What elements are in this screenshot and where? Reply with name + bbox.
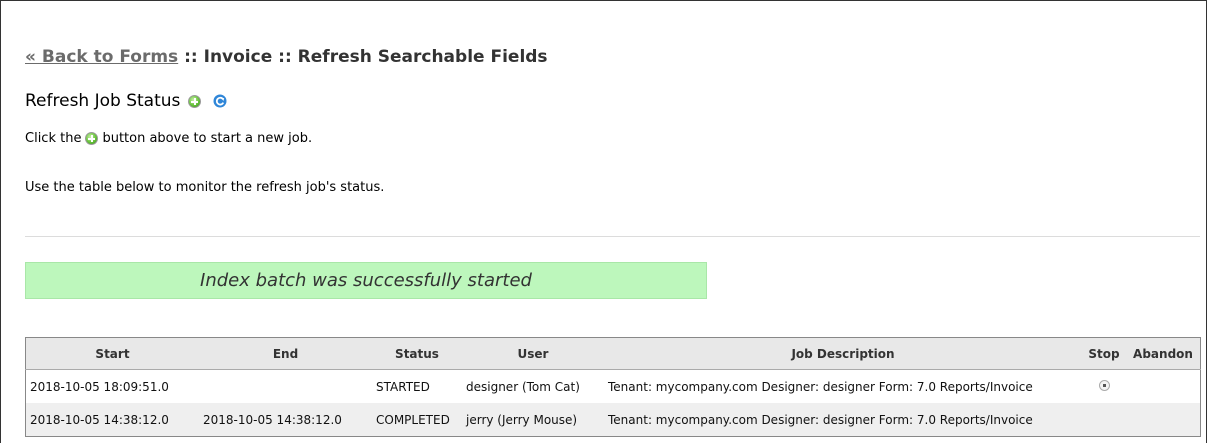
- instruction-start-job: Click the button above to start a new jo…: [25, 131, 312, 146]
- cell-description: Tenant: mycompany.com Designer: designer…: [608, 379, 1033, 394]
- cell-status: STARTED: [376, 379, 430, 394]
- back-to-forms-link[interactable]: « Back to Forms: [25, 47, 178, 67]
- table-header-row: Start End Status User Job Description St…: [25, 337, 1201, 370]
- cell-abandon: [1126, 370, 1201, 404]
- add-job-icon[interactable]: [188, 94, 202, 108]
- add-inline-icon: [85, 132, 99, 145]
- cell-description: Tenant: mycompany.com Designer: designer…: [604, 403, 1082, 437]
- cell-start: 2018-10-05 14:38:12.0: [25, 403, 199, 437]
- column-header-status: Status: [372, 337, 462, 370]
- section-title: Refresh Job Status: [25, 91, 227, 111]
- section-title-text: Refresh Job Status: [25, 91, 181, 111]
- cell-end: 2018-10-05 14:38:12.0: [199, 403, 372, 437]
- cell-end: [199, 370, 372, 404]
- column-header-description: Job Description: [604, 337, 1082, 370]
- instruction-start-job-suffix: button above to start a new job.: [102, 131, 313, 146]
- divider: [25, 236, 1200, 237]
- page-title: « Back to Forms :: Invoice :: Refresh Se…: [25, 47, 548, 67]
- cell-stop: [1082, 370, 1126, 404]
- instruction-monitor: Use the table below to monitor the refre…: [25, 180, 385, 195]
- stop-icon[interactable]: [1098, 379, 1110, 391]
- column-header-start: Start: [25, 337, 199, 370]
- table-row: 2018-10-05 14:38:12.0 2018-10-05 14:38:1…: [25, 403, 1201, 437]
- instruction-start-job-prefix: Click the: [25, 131, 82, 146]
- cell-user: designer (Tom Cat): [466, 379, 580, 394]
- success-banner: Index batch was successfully started: [25, 262, 707, 299]
- column-header-abandon: Abandon: [1126, 337, 1201, 370]
- table-row: 2018-10-05 18:09:51.0 STARTED designer (…: [26, 370, 1201, 404]
- cell-user: jerry (Jerry Mouse): [462, 403, 604, 437]
- cell-stop: [1082, 403, 1126, 437]
- refresh-icon[interactable]: [213, 94, 227, 108]
- column-header-stop: Stop: [1082, 337, 1126, 370]
- cell-abandon: [1126, 403, 1201, 437]
- job-status-table: Start End Status User Job Description St…: [25, 337, 1201, 437]
- page-title-text: :: Invoice :: Refresh Searchable Fields: [178, 47, 548, 67]
- column-header-user: User: [462, 337, 604, 370]
- column-header-end: End: [199, 337, 372, 370]
- cell-start: 2018-10-05 18:09:51.0: [30, 379, 169, 394]
- cell-status: COMPLETED: [372, 403, 462, 437]
